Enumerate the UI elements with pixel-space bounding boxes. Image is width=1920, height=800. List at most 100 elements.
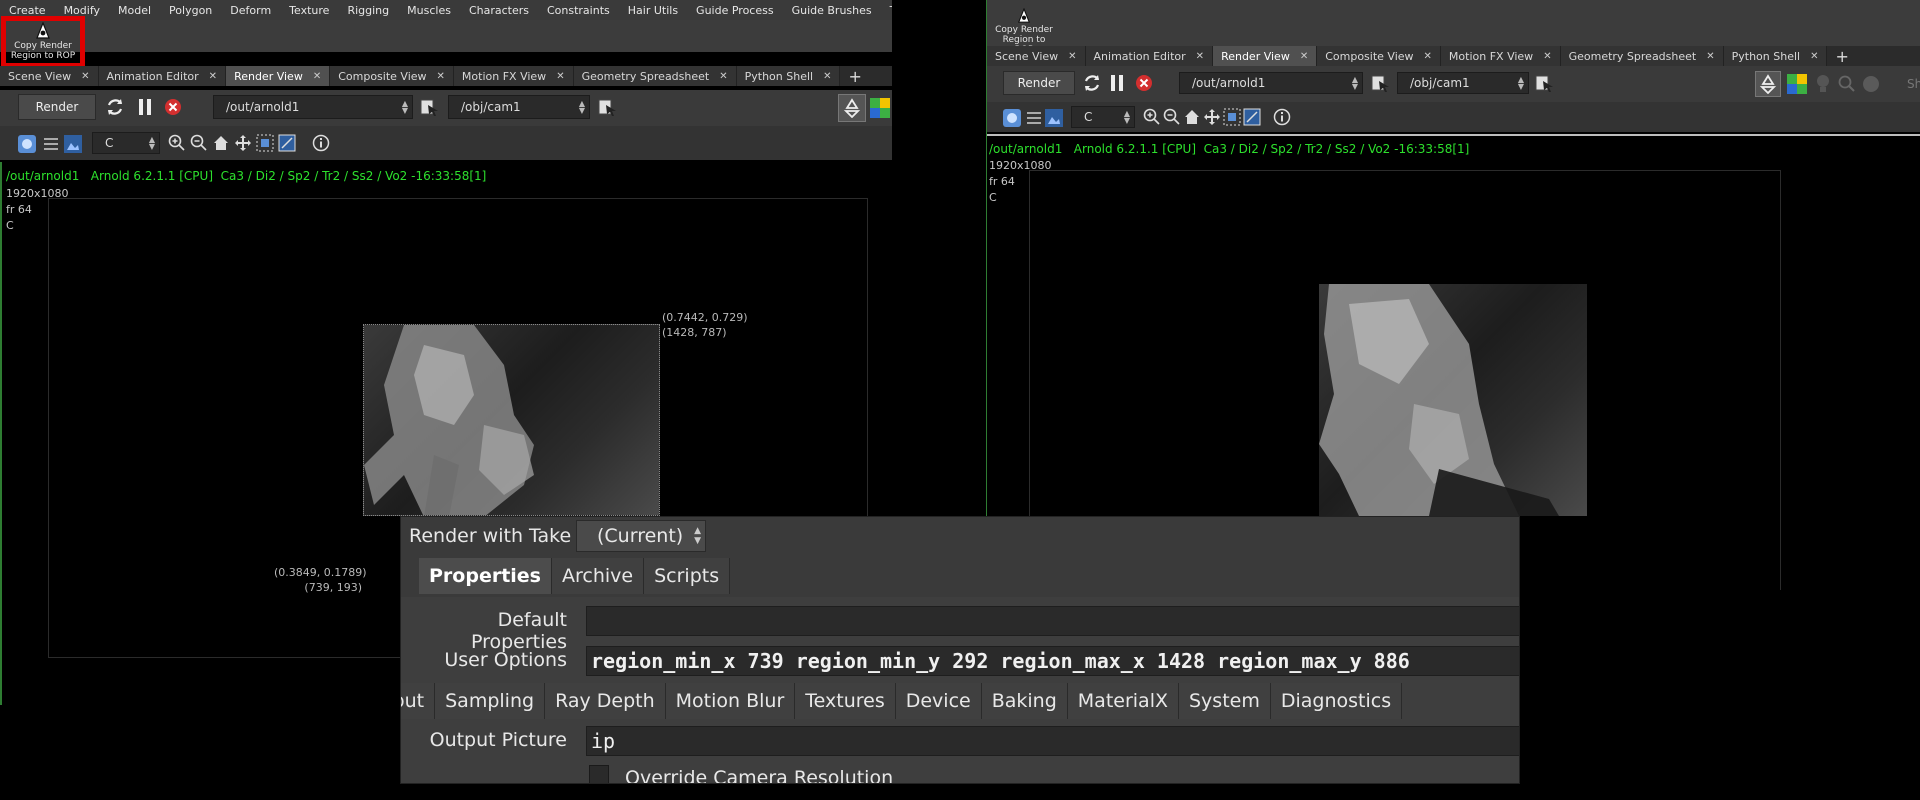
shelf-tab-0[interactable]: Create [0, 4, 55, 17]
shelf-tab-7[interactable]: Muscles [398, 4, 460, 17]
right-tab-1[interactable]: Animation Editor ✕ [1085, 46, 1214, 66]
shelf-tab-3[interactable]: Polygon [160, 4, 221, 17]
right-tab-close-icon-0[interactable]: ✕ [1068, 51, 1076, 62]
camera-chooser-icon[interactable] [598, 97, 618, 117]
right-home-icon[interactable] [1183, 108, 1201, 126]
properties-subtab-0[interactable]: out [401, 683, 436, 719]
right-color-channels-icon[interactable] [1787, 74, 1807, 94]
output-picture-field[interactable]: ip [586, 726, 1519, 756]
shelf-tab-2[interactable]: Model [109, 4, 160, 17]
right-search-icon[interactable] [1837, 74, 1857, 94]
right-add-tab-icon[interactable]: + [1827, 46, 1856, 66]
shelf-tab-9[interactable]: Constraints [538, 4, 619, 17]
left-tab-4[interactable]: Motion FX View ✕ [453, 66, 574, 86]
left-tab-2[interactable]: Render View ✕ [226, 66, 331, 86]
right-tab-3[interactable]: Composite View ✕ [1317, 46, 1441, 66]
left-tab-6[interactable]: Python Shell ✕ [736, 66, 841, 86]
left-tab-3[interactable]: Composite View ✕ [330, 66, 454, 86]
shelf-tab-11[interactable]: Guide Process [687, 4, 783, 17]
right-camera-path-field[interactable]: /obj/cam1 ▲ ▼ [1397, 72, 1529, 94]
right-tab-close-icon-2[interactable]: ✕ [1300, 51, 1308, 62]
properties-tab-1[interactable]: Archive [552, 558, 645, 594]
render-mode-icon[interactable] [18, 135, 36, 153]
right-info-icon[interactable] [1273, 108, 1291, 126]
info-icon[interactable] [312, 134, 330, 152]
right-pause-icon[interactable] [1107, 73, 1127, 93]
right-snapshot-icon[interactable] [1243, 108, 1261, 126]
right-tab-close-icon-4[interactable]: ✕ [1543, 51, 1551, 62]
right-pan-icon[interactable] [1203, 108, 1221, 126]
home-icon[interactable] [212, 134, 230, 152]
left-tab-close-icon-4[interactable]: ✕ [556, 71, 564, 82]
right-zoom-in-icon[interactable] [1143, 108, 1161, 126]
shelf-tab-13[interactable]: Terrain FX [881, 4, 892, 17]
zoom-out-icon[interactable] [190, 134, 208, 152]
right-channel-select[interactable]: C ▲ ▼ [1071, 106, 1135, 128]
stop-icon[interactable] [164, 98, 182, 116]
override-checkbox[interactable] [589, 765, 609, 783]
shelf-tab-5[interactable]: Texture [280, 4, 338, 17]
right-tab-close-icon-5[interactable]: ✕ [1706, 51, 1714, 62]
right-refresh-icon[interactable] [1081, 72, 1103, 94]
left-add-tab-icon[interactable]: + [840, 66, 869, 86]
properties-subtab-7[interactable]: MaterialX [1067, 683, 1179, 719]
left-tab-close-icon-2[interactable]: ✕ [313, 71, 321, 82]
right-tab-5[interactable]: Geometry Spreadsheet ✕ [1560, 46, 1724, 66]
recycle-icon[interactable] [838, 94, 866, 122]
right-tab-0[interactable]: Scene View ✕ [987, 46, 1086, 66]
properties-subtab-1[interactable]: Sampling [435, 683, 546, 719]
properties-subtab-6[interactable]: Baking [981, 683, 1068, 719]
snapshot-icon[interactable] [278, 134, 296, 152]
right-camera-chooser-icon[interactable] [1535, 73, 1555, 93]
right-tab-close-icon-6[interactable]: ✕ [1810, 51, 1818, 62]
right-tab-4[interactable]: Motion FX View ✕ [1440, 46, 1561, 66]
properties-subtab-4[interactable]: Textures [795, 683, 896, 719]
image-mode-icon[interactable] [64, 135, 82, 153]
left-tab-close-icon-1[interactable]: ✕ [209, 71, 217, 82]
right-stop-icon[interactable] [1135, 74, 1153, 92]
right-light-icon[interactable] [1813, 74, 1833, 94]
channel-select[interactable]: C ▲ ▼ [92, 132, 160, 154]
right-render-button[interactable]: Render [1003, 71, 1075, 95]
left-tab-5[interactable]: Geometry Spreadsheet ✕ [573, 66, 737, 86]
properties-tab-2[interactable]: Scripts [644, 558, 731, 594]
default-properties-field[interactable] [586, 606, 1519, 636]
region-icon[interactable] [256, 134, 274, 152]
right-zoom-out-icon[interactable] [1163, 108, 1181, 126]
refresh-icon[interactable] [104, 96, 126, 118]
right-render-mode-icon[interactable] [1003, 109, 1021, 127]
right-rop-chooser-icon[interactable] [1371, 73, 1391, 93]
properties-subtab-2[interactable]: Ray Depth [545, 683, 666, 719]
left-tab-1[interactable]: Animation Editor ✕ [98, 66, 227, 86]
right-tab-close-icon-1[interactable]: ✕ [1196, 51, 1204, 62]
rop-path-field[interactable]: /out/arnold1 ▲ ▼ [213, 95, 413, 119]
properties-subtab-3[interactable]: Motion Blur [665, 683, 796, 719]
shelf-tab-10[interactable]: Hair Utils [619, 4, 687, 17]
pan-icon[interactable] [234, 134, 252, 152]
left-tab-close-icon-5[interactable]: ✕ [719, 71, 727, 82]
left-tab-close-icon-3[interactable]: ✕ [437, 71, 445, 82]
properties-tab-0[interactable]: Properties [419, 558, 552, 594]
rop-chooser-icon[interactable] [420, 97, 440, 117]
properties-subtab-5[interactable]: Device [895, 683, 982, 719]
right-list-mode-icon[interactable] [1025, 109, 1043, 127]
shelf-tab-4[interactable]: Deform [221, 4, 280, 17]
right-tab-2[interactable]: Render View ✕ [1213, 46, 1318, 66]
zoom-in-icon[interactable] [168, 134, 186, 152]
render-button[interactable]: Render [18, 94, 96, 120]
right-recycle-icon[interactable] [1755, 71, 1781, 97]
properties-subtab-8[interactable]: System [1179, 683, 1271, 719]
right-tab-6[interactable]: Python Shell ✕ [1723, 46, 1828, 66]
shelf-tab-12[interactable]: Guide Brushes [783, 4, 881, 17]
left-tab-close-icon-6[interactable]: ✕ [823, 71, 831, 82]
left-tab-0[interactable]: Scene View ✕ [0, 66, 99, 86]
right-sphere-icon[interactable] [1861, 74, 1881, 94]
camera-path-field[interactable]: /obj/cam1 ▲ ▼ [448, 95, 590, 119]
right-tab-close-icon-3[interactable]: ✕ [1424, 51, 1432, 62]
right-region-icon[interactable] [1223, 108, 1241, 126]
user-options-field[interactable]: region_min_x 739 region_min_y 292 region… [586, 646, 1519, 676]
right-image-mode-icon[interactable] [1045, 109, 1063, 127]
color-channels-icon[interactable] [870, 98, 890, 118]
take-select[interactable]: (Current) ▲ ▼ [576, 520, 706, 552]
properties-subtab-9[interactable]: Diagnostics [1270, 683, 1403, 719]
